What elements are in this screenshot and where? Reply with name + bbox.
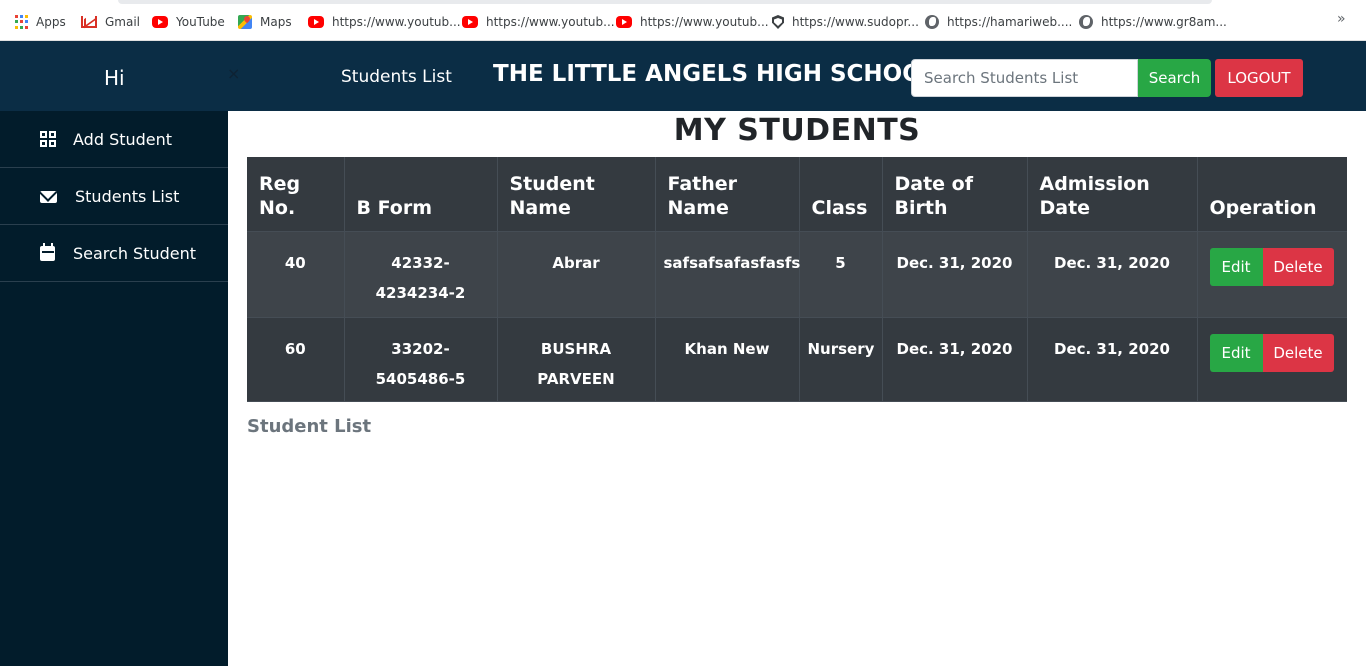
delete-button[interactable]: Delete <box>1262 333 1334 372</box>
youtube-icon <box>152 16 168 28</box>
shield-icon <box>772 15 784 29</box>
bookmark-apps[interactable]: Apps <box>15 13 66 31</box>
edit-button[interactable]: Edit <box>1209 333 1263 372</box>
father-name-cell: Khan New <box>655 317 800 402</box>
b-form-cell: 42332-4234234-2 <box>344 231 498 318</box>
envelope-icon <box>40 191 57 203</box>
sidebar-item-label: Students List <box>75 186 180 206</box>
bookmark-label: https://www.youtub... <box>640 15 769 29</box>
student-name-cell: BUSHRA PARVEEN <box>497 317 656 402</box>
search-input[interactable] <box>911 59 1138 97</box>
calendar-icon <box>40 243 55 261</box>
bookmark-label: Apps <box>36 15 66 29</box>
globe-icon <box>1079 15 1093 29</box>
father-name-cell: safsafsafasfasfs <box>655 231 800 318</box>
youtube-icon <box>462 16 478 28</box>
bookmark-label: https://www.sudopr... <box>792 15 919 29</box>
admission-date-cell: Dec. 31, 2020 <box>1027 317 1198 402</box>
table-caption: Student List <box>247 416 372 437</box>
operation-cell: Edit Delete <box>1197 317 1347 402</box>
table-row: 40 42332-4234234-2 Abrar safsafsafasfasf… <box>247 231 1347 318</box>
bookmark-label: https://www.youtub... <box>486 15 615 29</box>
reg-no-cell: 40 <box>247 231 345 318</box>
column-header: Reg No. <box>247 157 345 232</box>
dob-cell: Dec. 31, 2020 <box>882 317 1028 402</box>
page-title: MY STUDENTS <box>673 113 921 148</box>
bookmark-youtube-link-1[interactable]: https://www.youtub... <box>308 13 461 31</box>
bookmark-sudopr[interactable]: https://www.sudopr... <box>772 13 919 31</box>
bookmark-youtube[interactable]: YouTube <box>152 13 225 31</box>
b-form-cell: 33202-5405486-5 <box>344 317 498 402</box>
admission-date-cell: Dec. 31, 2020 <box>1027 231 1198 318</box>
column-header: Class <box>799 157 883 232</box>
bookmark-gmail[interactable]: Gmail <box>81 13 140 31</box>
bookmarks-bar: Apps Gmail YouTube Maps https://www.yout… <box>0 0 1366 41</box>
students-table: Reg No. B Form Student Name Father Name … <box>247 157 1347 402</box>
bookmark-hamariweb[interactable]: https://hamariweb.... <box>925 13 1072 31</box>
edit-button[interactable]: Edit <box>1209 247 1263 286</box>
column-header: Admission Date <box>1027 157 1198 232</box>
column-header: Operation <box>1197 157 1347 232</box>
greeting-text: Hi <box>104 66 125 90</box>
student-name-cell: Abrar <box>497 231 656 318</box>
delete-button[interactable]: Delete <box>1262 247 1334 286</box>
column-header: Date of Birth <box>882 157 1028 232</box>
class-cell: Nursery <box>799 317 883 402</box>
column-header: Student Name <box>497 157 656 232</box>
students-list-link[interactable]: Students List <box>341 67 452 87</box>
bookmark-youtube-link-3[interactable]: https://www.youtub... <box>616 13 769 31</box>
column-header: Father Name <box>655 157 800 232</box>
dob-cell: Dec. 31, 2020 <box>882 231 1028 318</box>
bookmark-youtube-link-2[interactable]: https://www.youtub... <box>462 13 615 31</box>
search-button[interactable]: Search <box>1138 59 1211 97</box>
globe-icon <box>925 15 939 29</box>
apps-grid-icon <box>15 15 28 29</box>
bookmark-label: Maps <box>260 15 292 29</box>
bookmark-gr8am[interactable]: https://www.gr8am... <box>1079 13 1227 31</box>
column-header: B Form <box>344 157 498 232</box>
youtube-icon <box>308 16 324 28</box>
operation-cell: Edit Delete <box>1197 231 1347 318</box>
bookmark-label: YouTube <box>176 15 225 29</box>
sidebar-item-label: Add Student <box>73 129 173 149</box>
sidebar-item-students-list[interactable]: Students List <box>0 168 228 225</box>
sidebar-item-label: Search Student <box>73 243 197 263</box>
address-bar-edge <box>118 0 1212 4</box>
bookmark-maps[interactable]: Maps <box>238 13 292 31</box>
sidebar-item-search-student[interactable]: Search Student <box>0 225 228 282</box>
school-name: THE LITTLE ANGELS HIGH SCHOOL <box>493 61 937 87</box>
bookmark-label: https://www.youtub... <box>332 15 461 29</box>
bookmark-label: Gmail <box>105 15 141 29</box>
table-header-row: Reg No. B Form Student Name Father Name … <box>247 157 1347 232</box>
gmail-icon <box>81 16 97 28</box>
sidebar-close-icon[interactable]: × <box>227 64 240 83</box>
class-cell: 5 <box>799 231 883 318</box>
bookmark-label: https://hamariweb.... <box>947 15 1073 29</box>
youtube-icon <box>616 16 632 28</box>
sidebar-item-add-student[interactable]: Add Student <box>0 111 228 168</box>
reg-no-cell: 60 <box>247 317 345 402</box>
top-navbar: Hi × Students List THE LITTLE ANGELS HIG… <box>0 41 1366 111</box>
qrcode-icon <box>40 131 56 147</box>
maps-icon <box>238 15 252 29</box>
bookmarks-overflow-chevron-icon[interactable]: » <box>1337 11 1346 27</box>
logout-button[interactable]: LOGOUT <box>1215 59 1303 97</box>
bookmark-label: https://www.gr8am... <box>1101 15 1227 29</box>
table-row: 60 33202-5405486-5 BUSHRA PARVEEN Khan N… <box>247 317 1347 402</box>
sidebar: Add Student Students List Search Student <box>0 111 228 666</box>
